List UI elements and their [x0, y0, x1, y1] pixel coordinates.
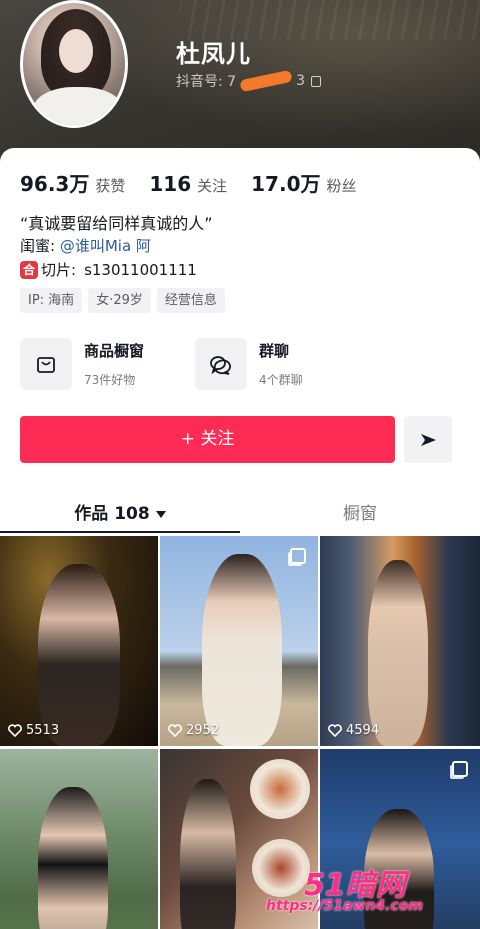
bio-clip: 合 切片: s13011001111 — [20, 259, 197, 280]
chat-bubbles-icon — [195, 338, 247, 390]
post-likes: 4594 — [328, 723, 379, 738]
post-likes: 5513 — [8, 723, 59, 738]
tag-business-info[interactable]: 经营信息 — [156, 288, 225, 313]
tab-shop-window-label: 橱窗 — [343, 504, 377, 524]
friend-link[interactable]: @谁叫Mia 阿 — [60, 237, 151, 255]
follow-button[interactable]: + 关注 — [20, 416, 395, 463]
post-thumbnail[interactable] — [320, 749, 480, 929]
post-thumbnail[interactable]: 4594 — [320, 536, 480, 746]
bio-friend: 闺蜜: @谁叫Mia 阿 — [20, 235, 151, 256]
multi-photo-icon — [290, 548, 306, 564]
group-chat-entry[interactable]: 群聊 4个群聊 — [195, 334, 370, 394]
bio-quote: “真诚要留给同样真诚的人” — [20, 214, 213, 233]
food-plate — [252, 839, 310, 897]
tab-works[interactable]: 作品 108 — [0, 493, 240, 533]
post-likes-count: 4594 — [346, 723, 380, 738]
post-figure — [368, 560, 428, 746]
content-tabs: 作品 108 橱窗 — [0, 493, 480, 533]
tag-ip: IP: 海南 — [20, 288, 83, 313]
shop-window-sub: 73件好物 — [84, 373, 136, 387]
profile-name: 杜凤儿 — [176, 40, 251, 68]
douyin-id-tail: 3 — [296, 73, 305, 89]
stat-followers[interactable]: 17.0万 粉丝 — [251, 168, 356, 197]
profile-cover: 杜凤儿 抖音号: 7 3 — [0, 0, 480, 165]
post-figure — [38, 564, 120, 746]
stat-label: 关注 — [197, 177, 228, 195]
heart-icon — [328, 724, 342, 737]
tab-shop-window[interactable]: 橱窗 — [240, 493, 480, 533]
post-grid: 5513 2952 4594 — [0, 536, 480, 929]
stats-row: 96.3万 获赞 116 关注 17.0万 粉丝 — [20, 168, 381, 197]
send-icon — [421, 433, 436, 446]
post-likes: 2952 — [168, 723, 219, 738]
shop-window-title: 商品橱窗 — [84, 342, 145, 360]
food-plate — [250, 759, 310, 819]
post-likes-count: 2952 — [186, 723, 220, 738]
douyin-id-label: 抖音号: 7 — [176, 74, 237, 90]
stat-following[interactable]: 116 关注 — [149, 172, 227, 196]
stat-likes[interactable]: 96.3万 获赞 — [20, 168, 125, 197]
post-thumbnail[interactable] — [0, 749, 158, 929]
stat-value: 116 — [149, 172, 192, 196]
post-figure — [202, 554, 282, 746]
copy-icon[interactable] — [311, 75, 321, 87]
clip-value: s13011001111 — [84, 260, 197, 279]
chevron-down-icon — [155, 510, 166, 518]
clip-badge: 合 — [20, 260, 38, 279]
feature-row: 商品橱窗 73件好物 群聊 4个群聊 — [20, 334, 370, 394]
post-likes-count: 5513 — [26, 723, 60, 738]
stat-label: 获赞 — [95, 177, 126, 195]
post-thumbnail[interactable]: 5513 — [0, 536, 158, 746]
stat-value: 17.0万 — [251, 172, 321, 196]
post-figure — [364, 809, 434, 929]
post-thumbnail[interactable] — [160, 749, 318, 929]
stat-value: 96.3万 — [20, 172, 90, 196]
profile-card: 96.3万 获赞 116 关注 17.0万 粉丝 “真诚要留给同样真诚的人” 闺… — [0, 148, 480, 929]
stat-label: 粉丝 — [326, 177, 357, 195]
douyin-id[interactable]: 抖音号: 7 3 — [176, 69, 321, 93]
shop-window-entry[interactable]: 商品橱窗 73件好物 — [20, 334, 195, 394]
post-figure — [180, 779, 236, 929]
post-figure — [38, 787, 108, 929]
share-button[interactable] — [404, 416, 452, 463]
multi-photo-icon — [452, 761, 468, 777]
friend-prefix: 闺蜜: — [20, 237, 60, 255]
tag-gender-age: 女·29岁 — [88, 288, 151, 313]
tag-row: IP: 海南 女·29岁 经营信息 — [20, 288, 225, 313]
heart-icon — [8, 724, 22, 737]
heart-icon — [168, 724, 182, 737]
group-chat-sub: 4个群聊 — [259, 373, 303, 387]
tab-works-label: 作品 108 — [74, 504, 150, 524]
clip-label: 切片: — [41, 261, 77, 279]
group-chat-title: 群聊 — [259, 342, 290, 360]
avatar-face — [59, 29, 93, 73]
post-thumbnail[interactable]: 2952 — [160, 536, 318, 746]
shop-bag-icon — [20, 338, 72, 390]
avatar[interactable] — [20, 0, 128, 128]
avatar-dress — [33, 87, 123, 125]
redaction-mark — [239, 69, 293, 93]
